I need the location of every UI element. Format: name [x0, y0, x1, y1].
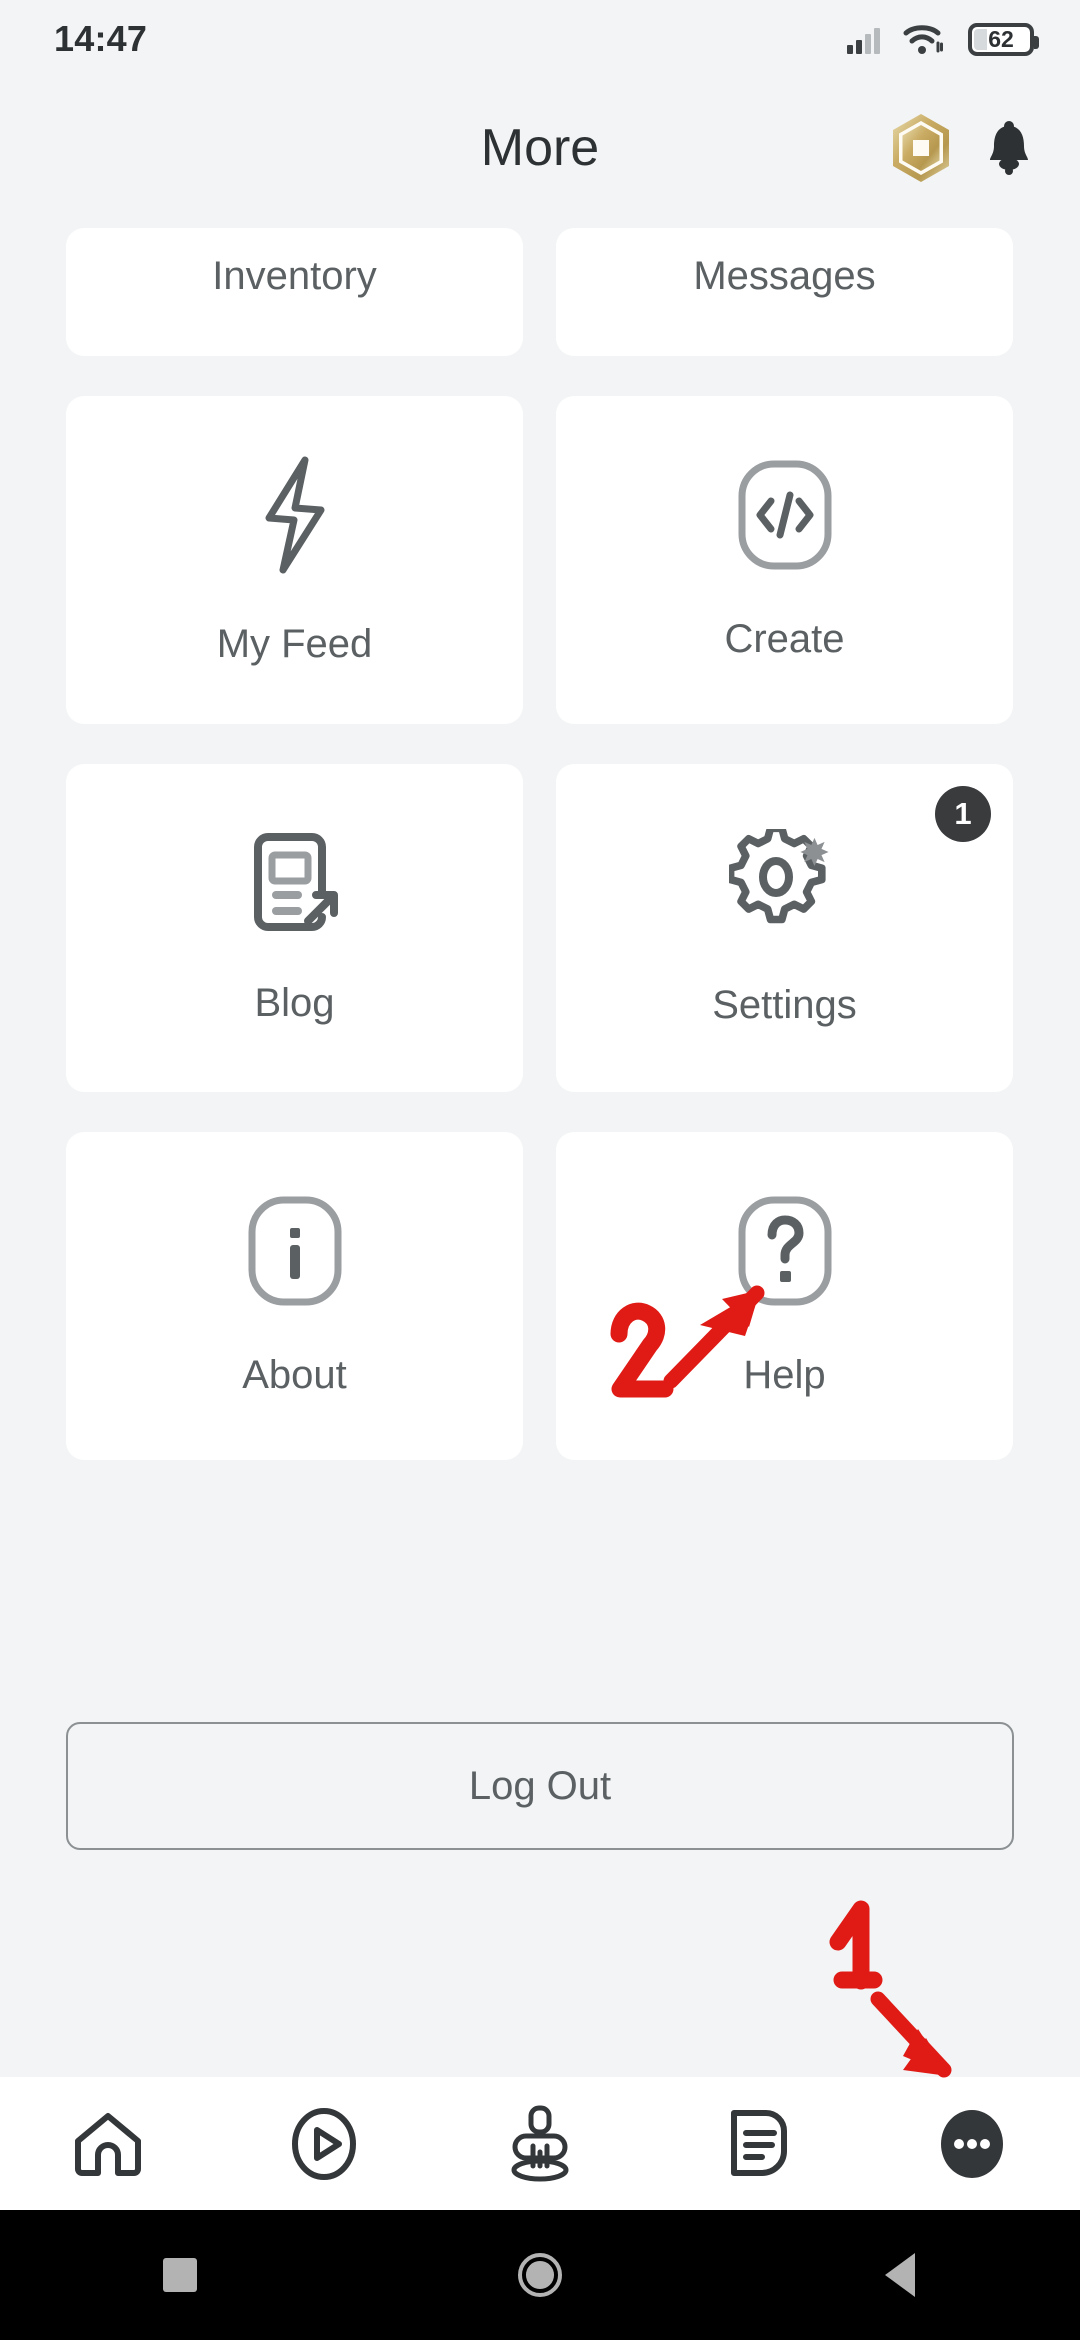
- menu-card-blog[interactable]: Blog: [66, 764, 523, 1092]
- bottom-navigation-bar: [0, 2077, 1080, 2210]
- grid-row-3: Blog 1 Settings: [66, 764, 1014, 1092]
- blog-document-icon: [246, 831, 344, 935]
- android-home-button[interactable]: [360, 2253, 720, 2297]
- menu-card-my-feed[interactable]: My Feed: [66, 396, 523, 724]
- question-mark-icon: [733, 1195, 837, 1307]
- nav-item-chat[interactable]: [648, 2107, 864, 2181]
- header-actions: [890, 113, 1034, 183]
- menu-card-create[interactable]: Create: [556, 396, 1013, 724]
- grid-row-2: My Feed Create: [66, 396, 1014, 724]
- phone-screen: 14:47 62 More Inventory Messages My Feed…: [0, 0, 1080, 2340]
- robux-icon[interactable]: [890, 113, 952, 183]
- menu-card-label: Help: [743, 1352, 826, 1397]
- menu-card-label: Create: [724, 616, 845, 661]
- menu-card-settings[interactable]: 1 Settings: [556, 764, 1013, 1092]
- page-header: More: [0, 78, 1080, 218]
- home-icon: [75, 2112, 141, 2176]
- circle-home-icon: [518, 2253, 562, 2297]
- code-brackets-icon: [733, 459, 837, 571]
- wifi-icon: [903, 25, 943, 54]
- grid-row-1: Inventory Messages: [66, 228, 1014, 356]
- menu-card-about[interactable]: About: [66, 1132, 523, 1460]
- nav-item-home[interactable]: [0, 2109, 216, 2179]
- status-bar: 14:47 62: [0, 0, 1080, 78]
- logout-button[interactable]: Log Out: [66, 1722, 1014, 1850]
- battery-level-label: 62: [988, 25, 1014, 52]
- menu-card-label: Blog: [254, 980, 335, 1025]
- logout-label: Log Out: [468, 1763, 612, 1808]
- menu-card-help[interactable]: Help: [556, 1132, 1013, 1460]
- gear-sparkle-icon: [728, 828, 841, 937]
- battery-icon: 62: [968, 22, 1039, 56]
- play-circle-icon: [292, 2107, 356, 2180]
- bell-icon[interactable]: [984, 119, 1034, 177]
- android-recents-button[interactable]: [0, 2258, 360, 2292]
- square-recents-icon: [163, 2258, 197, 2292]
- info-icon: [243, 1195, 347, 1307]
- more-dots-icon: [941, 2109, 1003, 2178]
- nav-item-discover[interactable]: [216, 2106, 432, 2182]
- android-back-button[interactable]: [720, 2253, 1080, 2297]
- menu-card-label: My Feed: [216, 621, 373, 666]
- android-system-nav: [0, 2210, 1080, 2340]
- nav-item-more[interactable]: [864, 2106, 1080, 2182]
- grid-row-4: About Help: [66, 1132, 1014, 1460]
- menu-card-label: About: [242, 1352, 347, 1397]
- cellular-signal-icon: [847, 24, 880, 54]
- nav-item-avatar[interactable]: [432, 2104, 648, 2184]
- lightning-bolt-icon: [247, 454, 343, 576]
- menu-card-inventory[interactable]: Inventory: [66, 228, 523, 356]
- status-clock: 14:47: [54, 18, 148, 59]
- chat-icon: [731, 2109, 787, 2176]
- menu-card-label: Messages: [693, 254, 876, 298]
- status-system-icons: 62: [847, 21, 1039, 57]
- menu-card-messages[interactable]: Messages: [556, 228, 1013, 356]
- triangle-back-icon: [885, 2253, 915, 2297]
- menu-card-label: Settings: [712, 982, 857, 1027]
- avatar-icon: [511, 2105, 569, 2181]
- status-badge: 1: [935, 786, 991, 842]
- menu-card-label: Inventory: [212, 254, 377, 298]
